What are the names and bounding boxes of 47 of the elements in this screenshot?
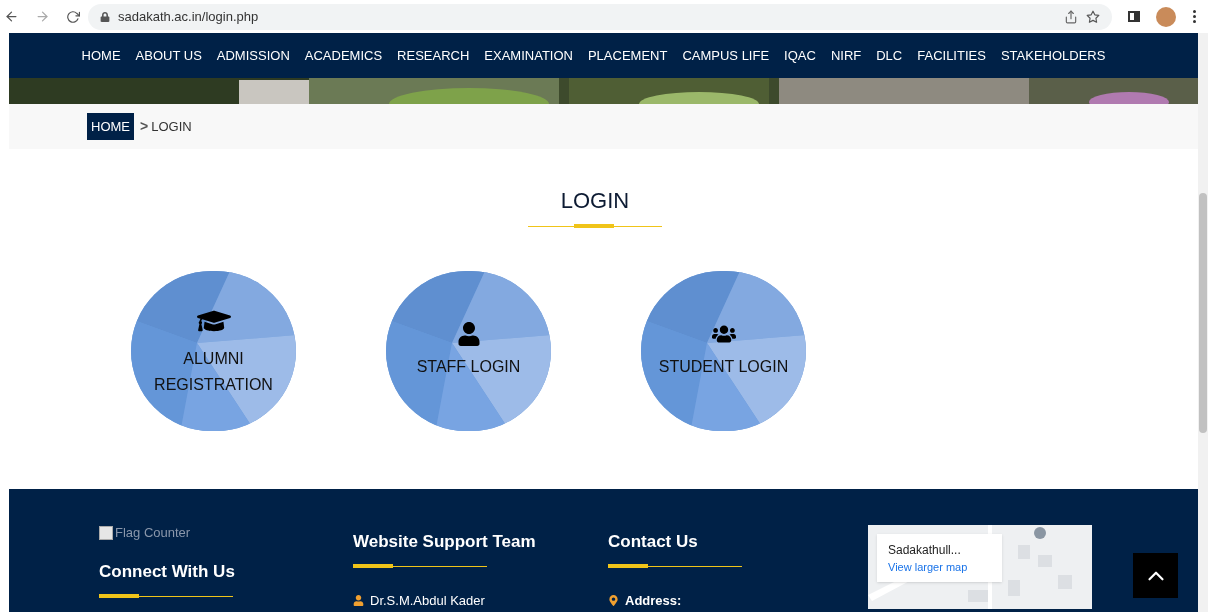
login-option-button[interactable]: ALUMNI REGISTRATION (131, 271, 296, 431)
view-larger-map-link[interactable]: View larger map (888, 558, 1002, 576)
login-option-button[interactable]: STAFF LOGIN (386, 271, 551, 431)
side-panel-icon[interactable] (1128, 11, 1140, 22)
breadcrumb-home-link[interactable]: HOME (87, 112, 134, 141)
nav-link[interactable]: ADMISSION (216, 45, 290, 66)
login-option-button[interactable]: STUDENT LOGIN (641, 271, 806, 431)
breadcrumb-separator: > (140, 117, 149, 136)
map-pin-icon (608, 594, 619, 606)
image-alt-text: Flag Counter (115, 524, 191, 543)
nav-link[interactable]: IQAC (784, 45, 816, 66)
nav-link[interactable]: ACADEMICS (304, 45, 383, 66)
footer-text: Address: (625, 591, 682, 610)
footer-heading: Website Support Team (353, 531, 537, 553)
nav-link[interactable]: PLACEMENT (587, 45, 668, 66)
footer-text: Dr.S.M.Abdul Kader (370, 591, 485, 610)
address-bar[interactable]: sadakath.ac.in/login.php (88, 3, 1112, 30)
nav-link[interactable]: FACILITIES (917, 45, 986, 66)
nav-link[interactable]: STAKEHOLDERS (1000, 45, 1106, 66)
option-label: STAFF LOGIN (416, 357, 521, 377)
nav-link[interactable]: DLC (876, 45, 903, 66)
breadcrumb-current: LOGIN (151, 117, 192, 136)
share-icon[interactable] (1064, 9, 1078, 24)
option-label: ALUMNI (183, 349, 244, 369)
person-icon (353, 594, 364, 606)
broken-image-icon (99, 526, 113, 540)
url-text: sadakath.ac.in/login.php (118, 7, 259, 26)
nav-link[interactable]: HOME (81, 45, 121, 66)
menu-icon[interactable] (1192, 10, 1196, 23)
nav-link[interactable]: EXAMINATION (484, 45, 573, 66)
nav-link[interactable]: NIRF (830, 45, 862, 66)
nav-link[interactable]: CAMPUS LIFE (682, 45, 770, 66)
footer-heading: Contact Us (608, 531, 699, 553)
footer-heading: Connect With Us (99, 561, 236, 583)
back-icon[interactable] (4, 9, 19, 24)
option-label: STUDENT LOGIN (658, 357, 789, 377)
option-label: REGISTRATION (154, 375, 273, 395)
page-heading: LOGIN (560, 187, 631, 215)
bookmark-star-icon[interactable] (1086, 9, 1100, 24)
nav-link[interactable]: ABOUT US (135, 45, 202, 66)
scroll-to-top-button[interactable] (1133, 553, 1178, 598)
nav-link[interactable]: RESEARCH (397, 45, 470, 66)
reload-icon[interactable] (66, 9, 80, 24)
person-icon (456, 322, 481, 346)
map-place-name: Sadakathull... (888, 541, 962, 559)
lock-icon (100, 11, 110, 22)
avatar-icon[interactable] (1156, 6, 1176, 27)
